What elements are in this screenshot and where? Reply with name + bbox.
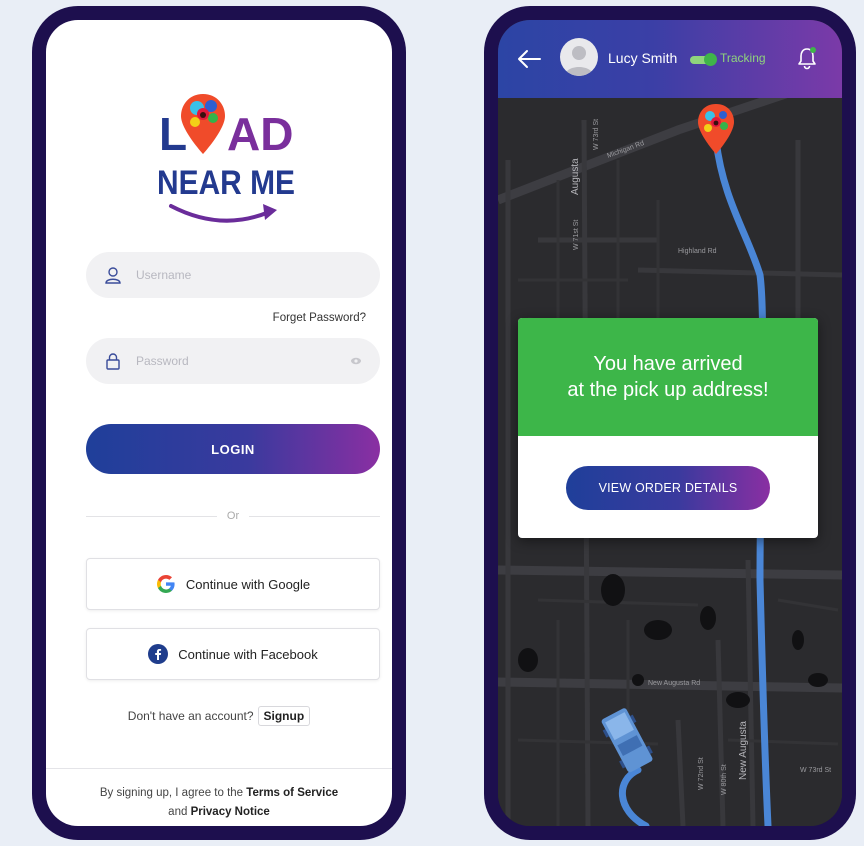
- facebook-icon: [148, 644, 169, 664]
- login-button[interactable]: LOGIN: [86, 424, 380, 474]
- signup-row: Don't have an account? Signup: [46, 706, 392, 726]
- lock-icon: [106, 353, 120, 370]
- privacy-notice-link[interactable]: Privacy Notice: [191, 806, 270, 818]
- phone-frame-login: L AD NEAR ME Username Forget Password? L…: [32, 6, 406, 840]
- back-arrow-icon[interactable]: [516, 48, 542, 70]
- login-screen: L AD NEAR ME Username Forget Password? L…: [46, 20, 392, 826]
- tracking-header: Lucy Smith Tracking: [498, 20, 842, 98]
- google-label: Continue with Google: [185, 576, 311, 592]
- bell-icon[interactable]: [796, 46, 818, 70]
- or-label: Or: [226, 510, 240, 522]
- divider-line: [86, 515, 217, 517]
- user-icon: [105, 267, 121, 284]
- arrival-line-2: at the pick up address!: [567, 379, 769, 401]
- tracking-label: Tracking: [720, 51, 766, 65]
- arrival-card: You have arrived at the pick up address!…: [518, 318, 818, 538]
- arrival-message: You have arrived at the pick up address!: [518, 318, 818, 436]
- heatmap-pin-icon: [181, 94, 225, 154]
- password-field[interactable]: [86, 338, 380, 384]
- view-order-details-button[interactable]: VIEW ORDER DETAILS: [566, 466, 770, 510]
- tracking-toggle[interactable]: [690, 53, 717, 66]
- avatar[interactable]: [560, 38, 598, 76]
- footer-divider: [46, 768, 392, 769]
- terms-of-service-link[interactable]: Terms of Service: [246, 787, 338, 799]
- user-avatar-icon: [565, 46, 593, 76]
- username-input[interactable]: [134, 267, 338, 283]
- divider-line: [249, 515, 381, 517]
- no-account-text: Don't have an account?: [127, 709, 254, 723]
- map-label-w-72nd: W 72nd St: [698, 757, 705, 790]
- phone-frame-tracking: Augusta Michigan Rd W 73rd St W 71st St …: [484, 6, 856, 840]
- signup-button[interactable]: Signup: [257, 706, 311, 726]
- terms-text: By signing up, I agree to the Terms of S…: [66, 784, 372, 822]
- map-label-w-80th: W 80th St: [721, 764, 728, 795]
- map-label-augusta: Augusta: [570, 158, 581, 195]
- arrival-line-1: You have arrived: [593, 353, 743, 375]
- continue-with-google-button[interactable]: Continue with Google: [86, 558, 380, 610]
- terms-and: and: [168, 806, 188, 818]
- google-icon: [156, 575, 175, 593]
- eye-icon[interactable]: [350, 355, 362, 367]
- swoosh-arrow-icon: [169, 204, 271, 223]
- toggle-knob: [704, 53, 717, 66]
- map-label-new-augusta-rd: New Augusta Rd: [648, 680, 700, 687]
- svg-text:AD: AD: [227, 108, 293, 160]
- map-label-new-augusta: New Augusta: [738, 721, 749, 780]
- map-label-w-73rd-east: W 73rd St: [800, 767, 831, 774]
- facebook-label: Continue with Facebook: [178, 646, 318, 662]
- map-label-w-73rd: W 73rd St: [593, 119, 600, 150]
- continue-with-facebook-button[interactable]: Continue with Facebook: [86, 628, 380, 680]
- forgot-password-link[interactable]: Forget Password?: [273, 312, 366, 324]
- tracking-screen: Augusta Michigan Rd W 73rd St W 71st St …: [498, 20, 842, 826]
- svg-text:NEAR ME: NEAR ME: [157, 164, 295, 202]
- map-label-w-71st: W 71st St: [573, 220, 580, 250]
- password-input[interactable]: [134, 353, 338, 369]
- or-divider: Or: [86, 508, 381, 524]
- username-field[interactable]: [86, 252, 380, 298]
- load-near-me-logo: L AD NEAR ME: [157, 94, 295, 223]
- terms-prefix: By signing up, I agree to the: [99, 787, 244, 799]
- user-name: Lucy Smith: [608, 50, 678, 66]
- map-label-highland-rd: Highland Rd: [678, 248, 717, 255]
